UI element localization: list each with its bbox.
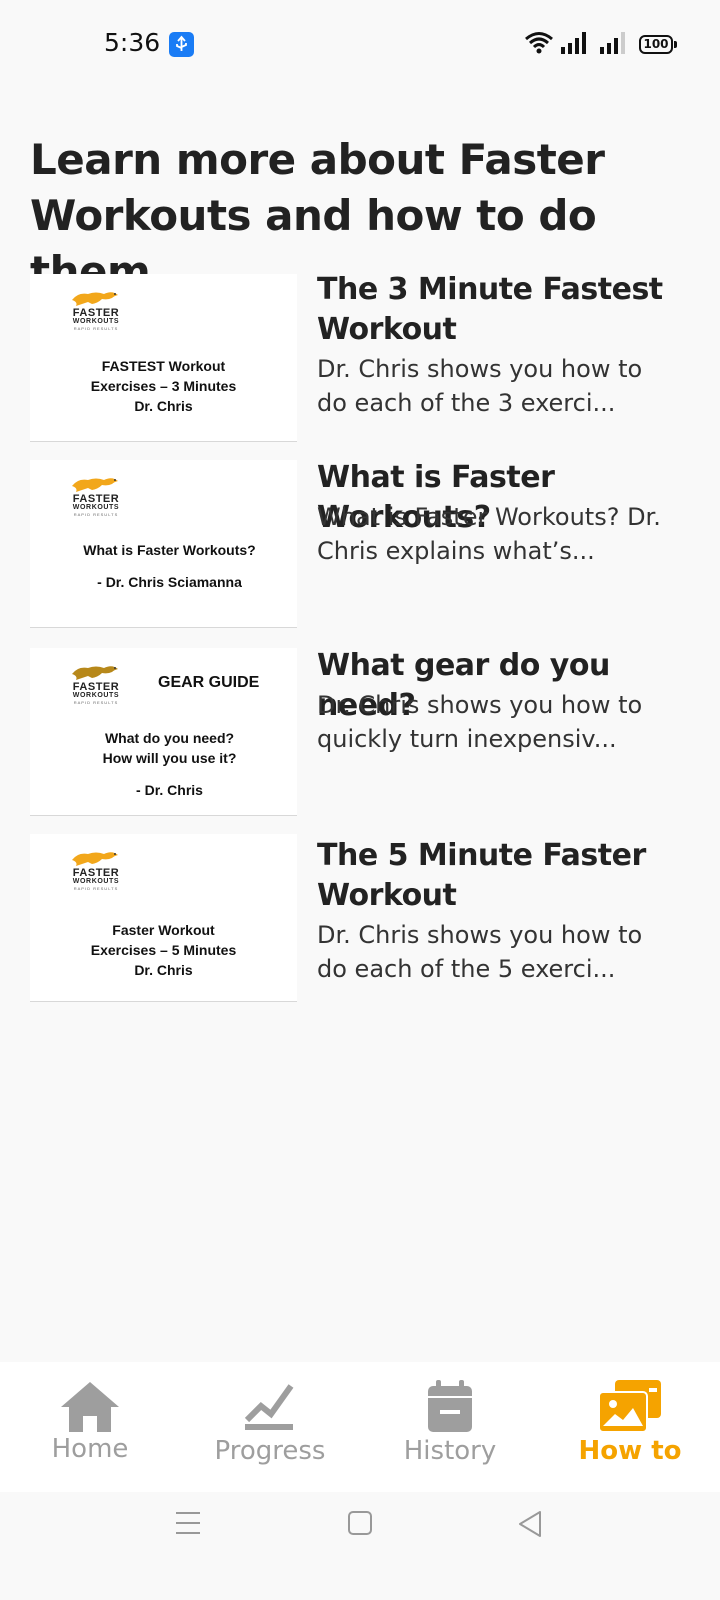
nav-label: Home: [51, 1434, 129, 1464]
cheetah-icon: [72, 852, 118, 866]
thumb-line: Faster Workout: [112, 922, 215, 938]
video-item[interactable]: FASTER WORKOUTS RAPID RESULTS GEAR GUIDE…: [30, 648, 700, 816]
cheetah-icon: [72, 292, 118, 306]
thumb-heading: GEAR GUIDE: [158, 674, 260, 691]
video-description: Dr. Chris shows you how to quickly turn …: [317, 691, 643, 753]
home-icon: [61, 1382, 119, 1432]
media-icon: [598, 1380, 661, 1432]
bottom-nav: Home Progress History How to: [0, 1362, 720, 1492]
usb-icon: [169, 32, 194, 57]
status-time: 5:36: [104, 28, 161, 57]
video-item[interactable]: FASTER WORKOUTS RAPID RESULTS What is Fa…: [30, 460, 700, 628]
thumb-line: How will you use it?: [102, 750, 237, 766]
nav-history[interactable]: History: [360, 1362, 540, 1492]
thumb-line: What is Faster Workouts?: [83, 542, 256, 558]
thumb-line: What do you need?: [104, 730, 235, 746]
nav-label: Progress: [214, 1436, 326, 1466]
video-thumbnail[interactable]: FASTER WORKOUTS RAPID RESULTS FASTEST Wo…: [30, 274, 297, 442]
video-description: What is Faster Workouts? Dr. Chris expla…: [317, 503, 661, 565]
system-navigation-bar: [0, 1492, 720, 1600]
cheetah-icon: [72, 666, 118, 680]
nav-how-to[interactable]: How to: [540, 1362, 720, 1492]
video-title[interactable]: The 5 Minute Faster Workout: [317, 836, 712, 916]
thumb-line: - Dr. Chris: [136, 782, 203, 798]
signal-icon: [561, 32, 589, 58]
faster-workouts-logo: FASTER WORKOUTS RAPID RESULTS: [68, 846, 128, 891]
back-icon[interactable]: [518, 1510, 542, 1542]
thumb-line: - Dr. Chris Sciamanna: [97, 574, 242, 590]
menu-icon[interactable]: [176, 1510, 200, 1540]
calendar-icon: [428, 1380, 472, 1432]
video-title[interactable]: The 3 Minute Fastest Workout: [317, 270, 712, 350]
faster-workouts-logo: FASTER WORKOUTS RAPID RESULTS: [68, 472, 128, 517]
faster-workouts-logo: FASTER WORKOUTS RAPID RESULTS: [68, 286, 128, 331]
chart-icon: [244, 1384, 294, 1430]
thumb-line: Exercises – 5 Minutes: [90, 942, 237, 958]
cheetah-icon: [72, 478, 118, 492]
thumb-line: Dr. Chris: [134, 962, 193, 978]
video-item[interactable]: FASTER WORKOUTS RAPID RESULTS FASTEST Wo…: [30, 272, 700, 442]
faster-workouts-logo: FASTER WORKOUTS RAPID RESULTS: [68, 660, 128, 705]
video-item[interactable]: FASTER WORKOUTS RAPID RESULTS Faster Wor…: [30, 834, 700, 1002]
nav-label: History: [403, 1436, 497, 1466]
thumb-line: FASTEST Workout: [101, 358, 226, 374]
thumb-line: Dr. Chris: [134, 398, 193, 414]
nav-progress[interactable]: Progress: [180, 1362, 360, 1492]
nav-home[interactable]: Home: [0, 1362, 180, 1492]
video-description: Dr. Chris shows you how to do each of th…: [317, 921, 643, 983]
video-thumbnail[interactable]: FASTER WORKOUTS RAPID RESULTS What is Fa…: [30, 460, 297, 628]
battery-icon: 100: [639, 35, 677, 54]
status-bar: 5:36 100: [0, 0, 720, 90]
wifi-icon: [524, 30, 554, 60]
home-square-icon[interactable]: [348, 1510, 372, 1540]
nav-label: How to: [578, 1436, 682, 1466]
thumb-line: Exercises – 3 Minutes: [90, 378, 237, 394]
video-thumbnail[interactable]: FASTER WORKOUTS RAPID RESULTS Faster Wor…: [30, 834, 297, 1002]
signal-icon: [600, 32, 628, 58]
video-thumbnail[interactable]: FASTER WORKOUTS RAPID RESULTS GEAR GUIDE…: [30, 648, 297, 816]
video-description: Dr. Chris shows you how to do each of th…: [317, 355, 643, 417]
